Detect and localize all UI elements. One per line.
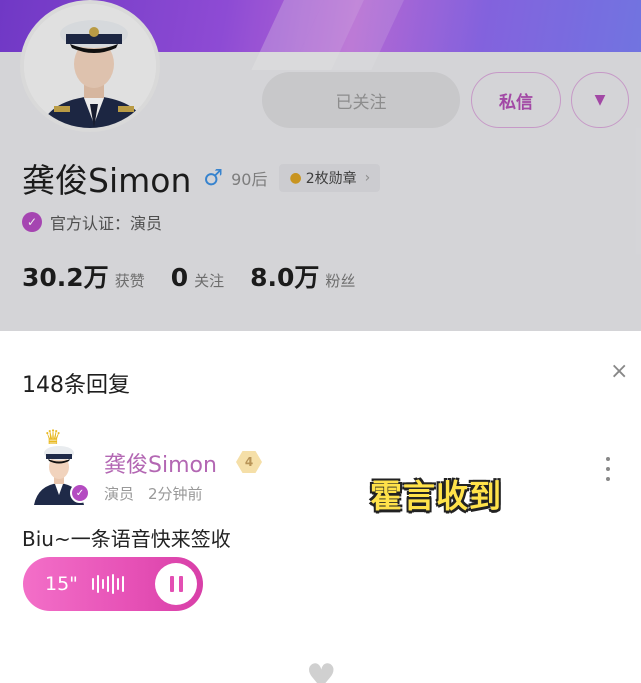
close-icon[interactable]: × bbox=[610, 359, 628, 384]
user-level-badge: 4 bbox=[236, 451, 262, 473]
age-group: 90后 bbox=[231, 170, 268, 189]
following-count[interactable]: 0 bbox=[171, 263, 188, 292]
following-label[interactable]: 关注 bbox=[194, 270, 224, 291]
more-options-button[interactable]: ▼ bbox=[571, 72, 629, 128]
likes-count: 30.2万 bbox=[22, 263, 109, 292]
profile-stats: 30.2万 获赞 0 关注 8.0万 粉丝 bbox=[22, 258, 381, 294]
comment-time: 2分钟前 bbox=[148, 485, 203, 503]
verification-row: ✓ 官方认证：演员 bbox=[22, 210, 162, 234]
voice-message-player[interactable]: 15" bbox=[23, 557, 203, 611]
voice-duration: 15" bbox=[45, 573, 78, 595]
audio-waveform-icon bbox=[91, 574, 124, 594]
verification-label: 官方认证：演员 bbox=[50, 214, 163, 233]
medals-badge[interactable]: ● 2枚勋章 › bbox=[279, 164, 381, 192]
message-button-label: 私信 bbox=[499, 92, 533, 113]
replies-count-title: 148条回复 bbox=[22, 373, 130, 398]
male-gender-icon: ♂ bbox=[203, 165, 224, 191]
profile-name-row: 龚俊Simon ♂ 90后 ● 2枚勋章 › bbox=[22, 158, 381, 200]
chevron-right-icon: › bbox=[364, 170, 371, 186]
followers-label[interactable]: 粉丝 bbox=[325, 270, 355, 291]
replies-sheet: 148条回复 × ♛ ✓ 龚俊Simon 4 演员 2分钟前 霍言收到 Biu~… bbox=[0, 331, 641, 683]
profile-header: 已关注 私信 ▼ 龚俊Simon ♂ 90后 ● 2枚勋章 › ✓ 官方认证：演… bbox=[0, 0, 641, 331]
comment-author-role: 演员 bbox=[104, 485, 135, 503]
medal-icon: ● bbox=[289, 170, 302, 186]
followers-count[interactable]: 8.0万 bbox=[250, 258, 319, 294]
pause-button[interactable] bbox=[155, 563, 197, 605]
verified-v-icon: ✓ bbox=[70, 483, 90, 503]
followed-button-label: 已关注 bbox=[335, 92, 387, 113]
message-button[interactable]: 私信 bbox=[471, 72, 561, 128]
comment-text: Biu~一条语音快来签收 bbox=[22, 527, 231, 551]
heart-icon[interactable]: ♥ bbox=[306, 657, 336, 683]
likes-label: 获赞 bbox=[114, 272, 145, 290]
profile-name: 龚俊Simon bbox=[22, 161, 192, 200]
dropdown-arrow-icon: ▼ bbox=[594, 92, 606, 108]
profile-avatar[interactable] bbox=[20, 0, 160, 132]
verified-v-icon: ✓ bbox=[22, 212, 42, 232]
more-vertical-icon[interactable] bbox=[606, 457, 610, 481]
comment-author-name[interactable]: 龚俊Simon bbox=[104, 447, 217, 479]
medals-count: 2枚勋章 bbox=[305, 171, 357, 187]
overlay-sticker-text: 霍言收到 bbox=[370, 477, 503, 515]
comment-meta: 演员 2分钟前 bbox=[104, 483, 203, 504]
followed-button[interactable]: 已关注 bbox=[262, 72, 460, 128]
